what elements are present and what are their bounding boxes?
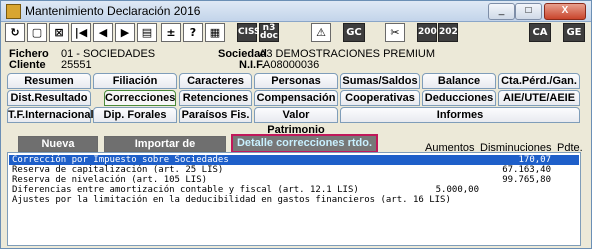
- tab-balance[interactable]: Balance: [422, 73, 496, 89]
- table-row[interactable]: Reserva de nivelación (art. 105 LIS) 99.…: [9, 175, 579, 185]
- ge-button[interactable]: GE: [563, 23, 585, 42]
- tools-icon[interactable]: ✂: [385, 23, 405, 42]
- m200-button[interactable]: 200: [417, 23, 437, 42]
- tab-correcciones[interactable]: Correcciones: [104, 90, 176, 106]
- nif-label: N.I.F.: [239, 59, 265, 71]
- window-title: Mantenimiento Declaración 2016: [25, 4, 201, 18]
- nueva-correccion-button[interactable]: Nueva corrección: [18, 136, 98, 164]
- tab-retenciones[interactable]: Retenciones: [179, 90, 252, 106]
- table-row[interactable]: Reserva de capitalización (art. 25 LIS) …: [9, 165, 579, 175]
- title-bar: Mantenimiento Declaración 2016 _ □ X: [1, 1, 591, 22]
- grid-icon[interactable]: ▦: [205, 23, 225, 42]
- question-icon[interactable]: ?: [183, 23, 203, 42]
- next-record-icon[interactable]: ▶: [115, 23, 135, 42]
- cliente-value: 25551: [61, 59, 92, 71]
- clear-icon[interactable]: ▢: [27, 23, 47, 42]
- m202-button[interactable]: 202: [438, 23, 458, 42]
- tab-paraisos-fis[interactable]: Paraísos Fis.: [179, 107, 252, 123]
- tab-sumas-saldos[interactable]: Sumas/Saldos: [340, 73, 420, 89]
- row-disminuciones: 67.163,40: [502, 165, 551, 175]
- tab-caracteres[interactable]: Caracteres: [179, 73, 252, 89]
- table-row[interactable]: Ajustes por la limitación en la deducibi…: [9, 195, 579, 205]
- ciss-button[interactable]: CISS: [237, 23, 261, 42]
- alert-icon[interactable]: ⚠: [311, 23, 331, 42]
- app-icon: [6, 4, 21, 19]
- tab-row-2: Dist.Resultado Correcciones Retenciones …: [1, 90, 591, 107]
- row-concept: Reserva de nivelación (art. 105 LIS): [12, 175, 208, 185]
- tab-dist-resultado[interactable]: Dist.Resultado: [7, 90, 91, 106]
- plus-minus-icon[interactable]: ±: [161, 23, 181, 42]
- minimize-button[interactable]: _: [488, 3, 515, 20]
- print-icon[interactable]: ▤: [137, 23, 157, 42]
- table-row[interactable]: Diferencias entre amortización contable …: [9, 185, 579, 195]
- tab-row-3: T.F.Internacional Dip. Forales Paraísos …: [1, 107, 591, 136]
- tab-aie-ute-aeie[interactable]: AIE/UTE/AEIE: [498, 90, 580, 106]
- row-concept: Diferencias entre amortización contable …: [12, 185, 359, 195]
- detalle-correcciones-button[interactable]: Detalle correcciones rtdo. CPyG: [231, 134, 378, 164]
- importar-button[interactable]: Importar de A3CON/A3ECO: [104, 136, 226, 164]
- tab-filiacion[interactable]: Filiación: [93, 73, 177, 89]
- tab-personas[interactable]: Personas: [254, 73, 338, 89]
- row-disminuciones: 99.765,80: [502, 175, 551, 185]
- row-concept: Corrección por Impuesto sobre Sociedades: [12, 155, 229, 165]
- refresh-icon[interactable]: ↻: [5, 23, 25, 42]
- row-aumentos: 5.000,00: [435, 185, 479, 195]
- toolbar: ↻ ▢ ⊠ |◀ ◀ ▶ ▤ ± ? ▦ CISS n3 doc ⚠ GC ✂ …: [1, 22, 591, 44]
- tab-compensacion[interactable]: Compensación: [254, 90, 338, 106]
- application-window: Mantenimiento Declaración 2016 _ □ X ↻ ▢…: [0, 0, 592, 249]
- tab-cta-perd-gan[interactable]: Cta.Pérd./Gan.: [498, 73, 580, 89]
- tab-dip-forales[interactable]: Dip. Forales: [93, 107, 177, 123]
- tab-informes[interactable]: Informes: [340, 107, 580, 123]
- gc-button[interactable]: GC: [343, 23, 365, 42]
- tab-valor-patrimonio[interactable]: Valor Patrimonio: [254, 107, 338, 136]
- first-record-icon[interactable]: |◀: [71, 23, 91, 42]
- row-concept: Reserva de capitalización (art. 25 LIS): [12, 165, 224, 175]
- table-row[interactable]: Corrección por Impuesto sobre Sociedades…: [9, 155, 579, 165]
- delete-icon[interactable]: ⊠: [49, 23, 69, 42]
- row-concept: Ajustes por la limitación en la deducibi…: [12, 195, 451, 205]
- close-button[interactable]: X: [544, 3, 586, 20]
- prev-record-icon[interactable]: ◀: [93, 23, 113, 42]
- tab-cooperativas[interactable]: Cooperativas: [340, 90, 420, 106]
- tab-tf-internacional[interactable]: T.F.Internacional: [7, 107, 94, 123]
- corrections-table[interactable]: Corrección por Impuesto sobre Sociedades…: [7, 152, 581, 246]
- maximize-button[interactable]: □: [515, 3, 542, 20]
- tab-resumen[interactable]: Resumen: [7, 73, 91, 89]
- nif-value: A08000036: [263, 59, 320, 71]
- cliente-label: Cliente: [9, 59, 46, 71]
- tab-row-1: Resumen Filiación Caracteres Personas Su…: [1, 73, 591, 90]
- tab-deducciones[interactable]: Deducciones: [422, 90, 496, 106]
- row-disminuciones: 170,07: [518, 155, 551, 165]
- n3doc-button[interactable]: n3 doc: [259, 23, 279, 42]
- ca-button[interactable]: CA: [529, 23, 551, 42]
